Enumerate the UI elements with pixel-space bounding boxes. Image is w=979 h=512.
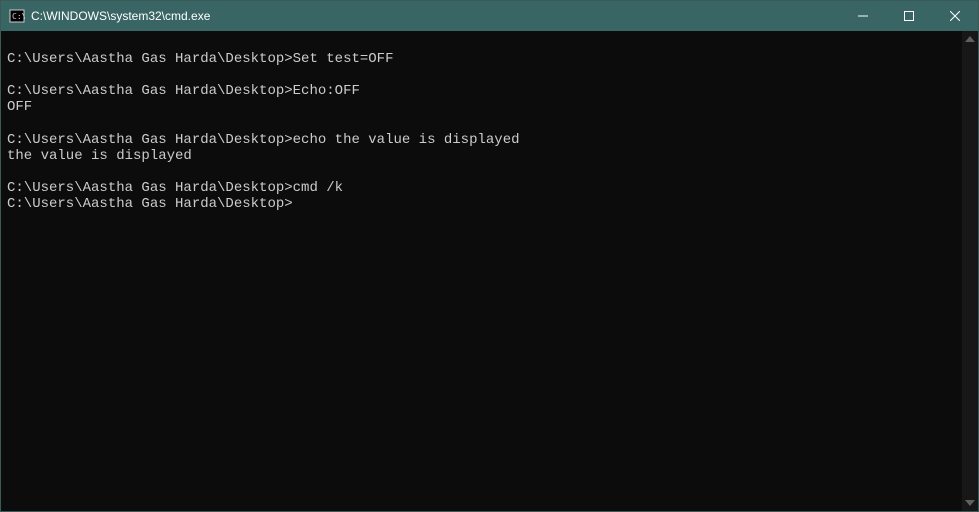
prompt: C:\Users\Aastha Gas Harda\Desktop>	[7, 132, 293, 148]
command-line: C:\Users\Aastha Gas Harda\Desktop>Set te…	[7, 51, 956, 67]
cmd-icon: C:\	[9, 8, 25, 24]
scrollbar[interactable]	[962, 31, 978, 511]
command-line: C:\Users\Aastha Gas Harda\Desktop>cmd /k	[7, 180, 956, 196]
prompt: C:\Users\Aastha Gas Harda\Desktop>	[7, 180, 293, 196]
maximize-button[interactable]	[886, 1, 932, 31]
prompt: C:\Users\Aastha Gas Harda\Desktop>	[7, 51, 293, 67]
minimize-button[interactable]	[840, 1, 886, 31]
prompt: C:\Users\Aastha Gas Harda\Desktop>	[7, 83, 293, 99]
command-text: Echo:OFF	[293, 83, 360, 99]
scroll-up-icon[interactable]	[962, 31, 978, 47]
window-controls	[840, 1, 978, 31]
terminal-content[interactable]: C:\Users\Aastha Gas Harda\Desktop>Set te…	[1, 31, 962, 511]
blank-line	[7, 67, 956, 83]
cmd-window: C:\ C:\WINDOWS\system32\cmd.exe C:\Users…	[0, 0, 979, 512]
blank-line	[7, 164, 956, 180]
command-text: echo the value is displayed	[293, 132, 520, 148]
prompt: C:\Users\Aastha Gas Harda\Desktop>	[7, 196, 293, 212]
command-line: C:\Users\Aastha Gas Harda\Desktop>	[7, 196, 956, 212]
scroll-down-icon[interactable]	[962, 495, 978, 511]
window-title: C:\WINDOWS\system32\cmd.exe	[31, 9, 840, 23]
output-line: OFF	[7, 99, 956, 115]
command-line: C:\Users\Aastha Gas Harda\Desktop>Echo:O…	[7, 83, 956, 99]
titlebar[interactable]: C:\ C:\WINDOWS\system32\cmd.exe	[1, 1, 978, 31]
blank-line	[7, 115, 956, 131]
blank-line	[7, 35, 956, 51]
command-text: cmd /k	[293, 180, 343, 196]
svg-text:C:\: C:\	[12, 12, 25, 21]
terminal-body: C:\Users\Aastha Gas Harda\Desktop>Set te…	[1, 31, 978, 511]
output-line: the value is displayed	[7, 148, 956, 164]
command-line: C:\Users\Aastha Gas Harda\Desktop>echo t…	[7, 132, 956, 148]
close-button[interactable]	[932, 1, 978, 31]
command-text: Set test=OFF	[293, 51, 394, 67]
